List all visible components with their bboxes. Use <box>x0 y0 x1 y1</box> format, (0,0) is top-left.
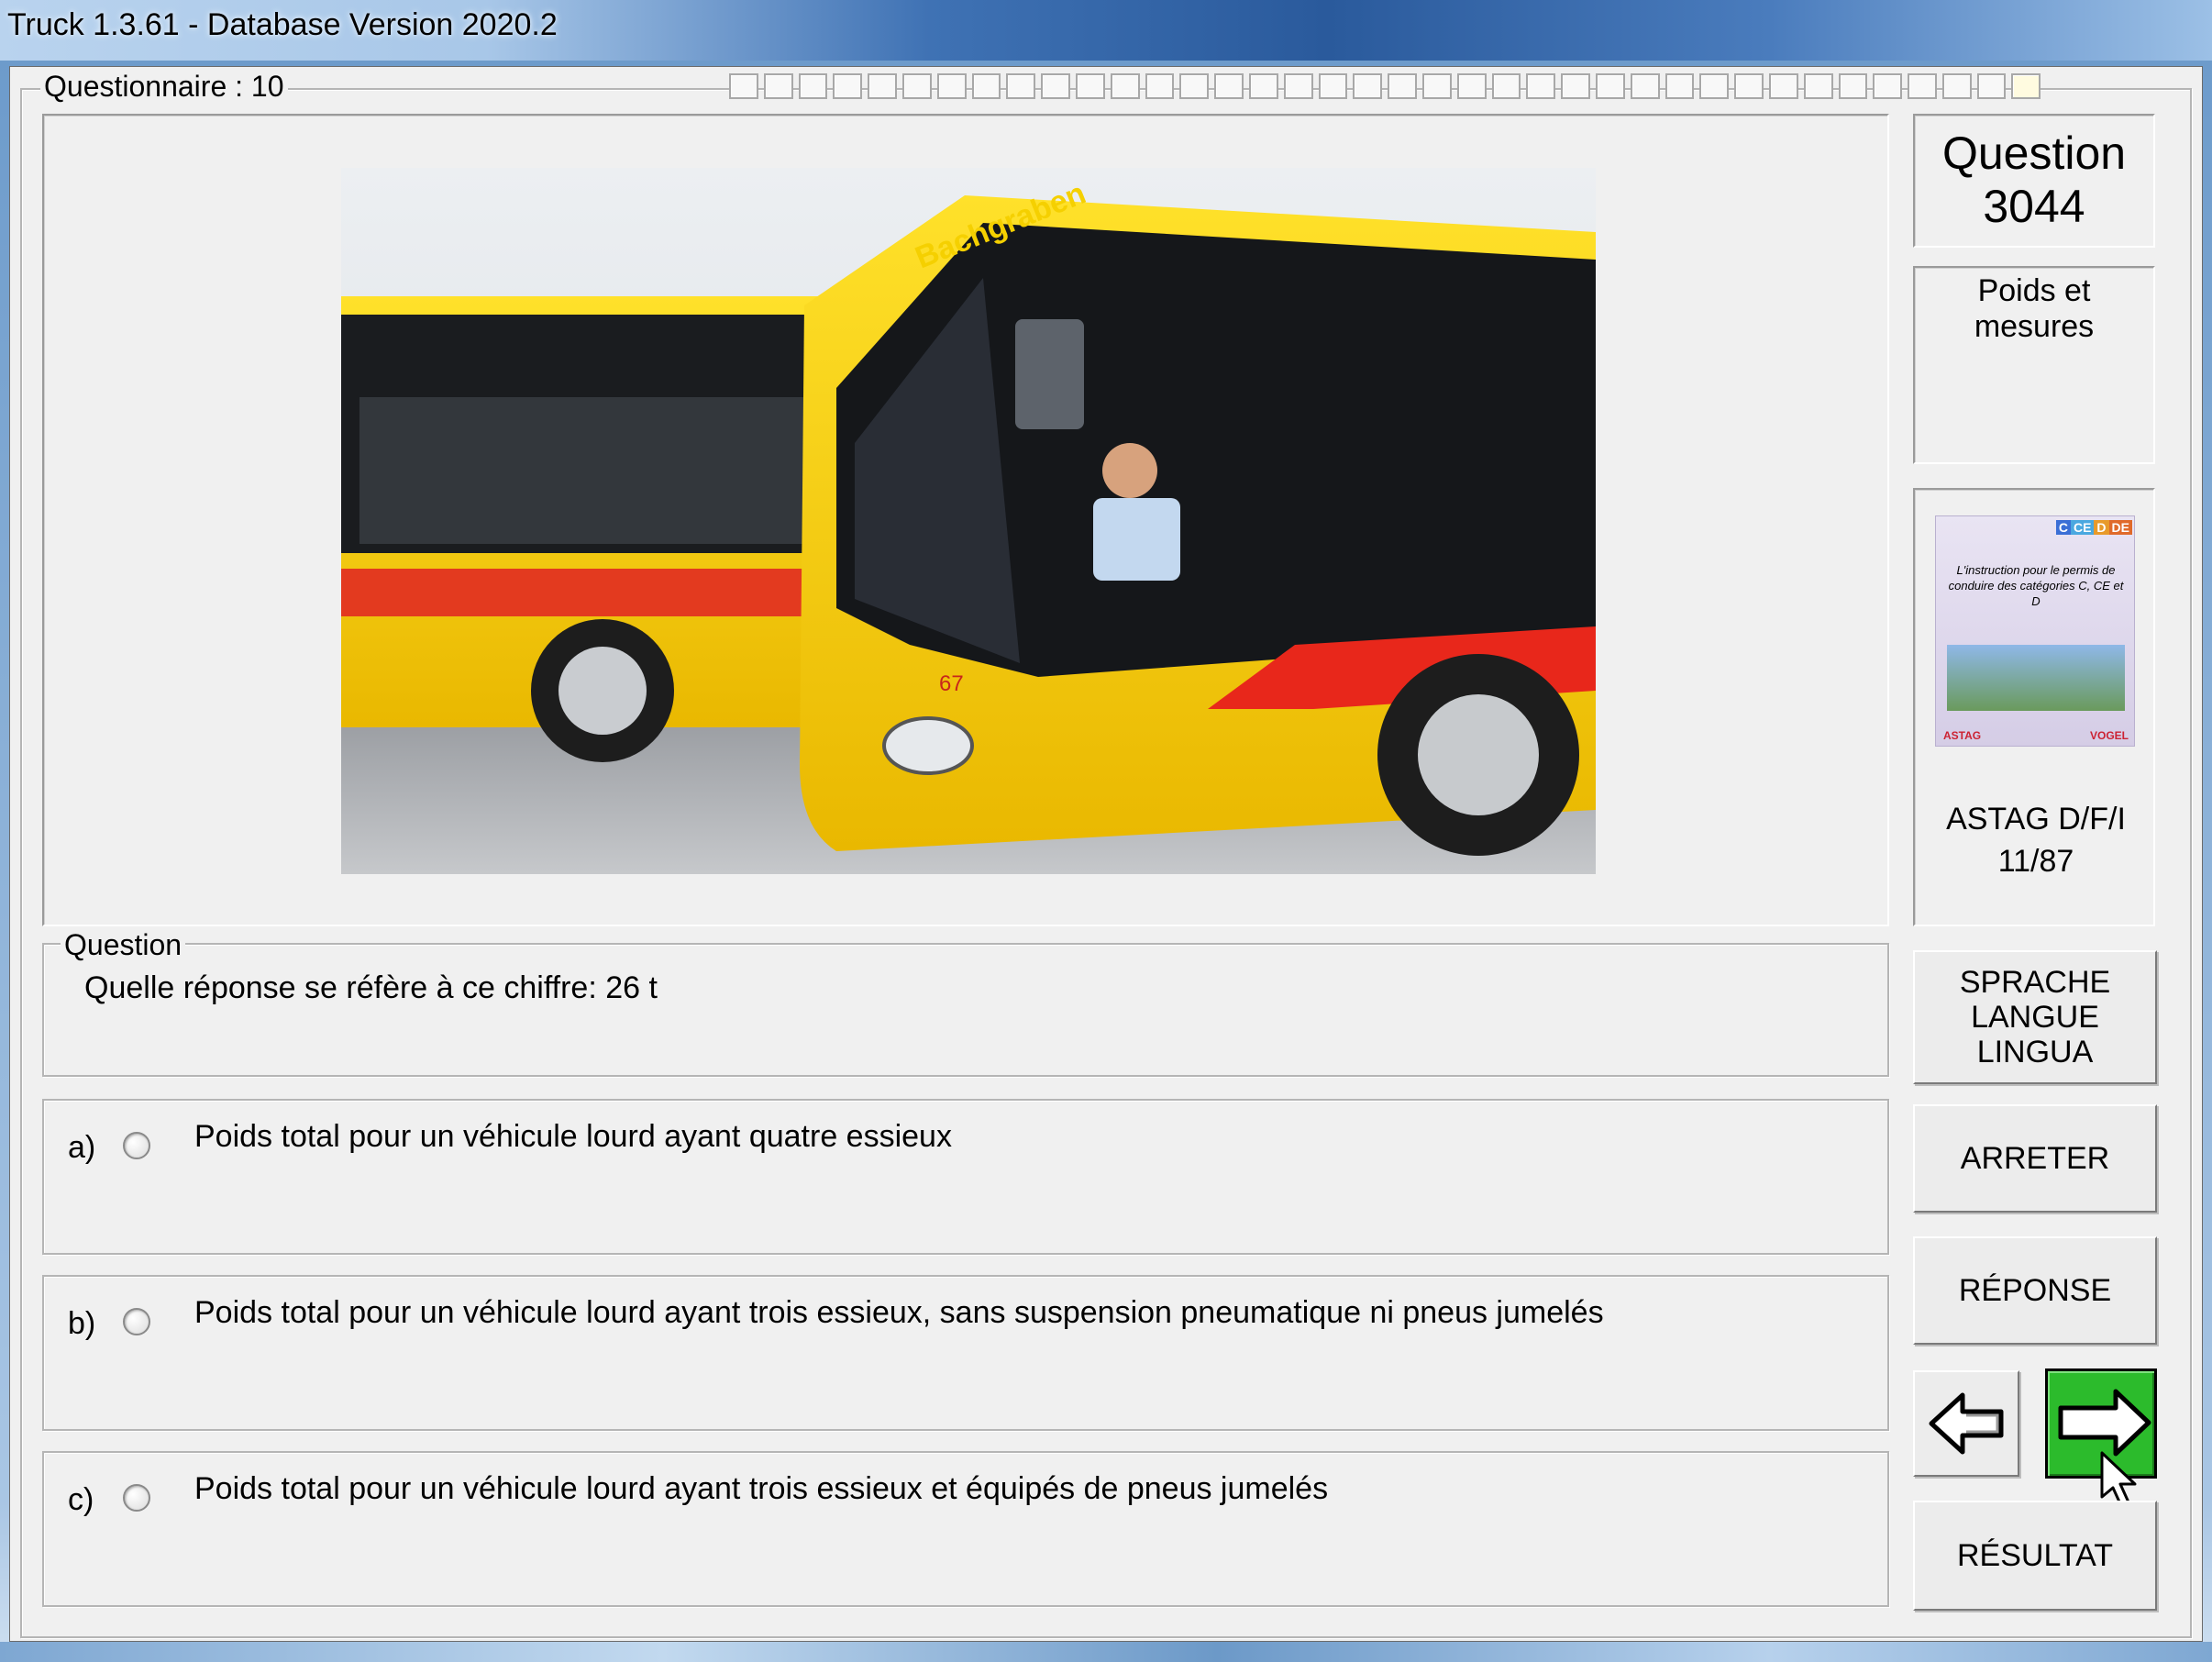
question-legend: Question <box>61 928 186 961</box>
progress-tick <box>1248 73 1278 99</box>
answer-b-text[interactable]: Poids total pour un véhicule lourd ayant… <box>194 1295 1604 1331</box>
progress-tick <box>868 73 897 99</box>
progress-tick <box>1283 73 1313 99</box>
answer-b-letter: b) <box>68 1306 96 1341</box>
progress-tick <box>936 73 967 99</box>
progress-tick <box>1388 73 1417 99</box>
question-group <box>42 943 1889 1077</box>
source-caption: ASTAG D/F/I 11/87 <box>1915 798 2157 882</box>
question-number-label: Question <box>1941 127 2127 179</box>
answer-a-letter: a) <box>68 1130 96 1165</box>
book-category-tags: C CE D DE <box>2055 520 2132 535</box>
progress-tick <box>1006 73 1036 99</box>
book-cover-photo <box>1947 645 2125 711</box>
progress-tick <box>833 73 863 99</box>
progress-tick <box>971 73 1001 99</box>
question-number: 3044 <box>1983 181 2085 232</box>
progress-tick <box>1421 73 1452 99</box>
progress-tick <box>1353 73 1383 99</box>
answer-a-text[interactable]: Poids total pour un véhicule lourd ayant… <box>194 1119 952 1155</box>
progress-tick <box>1595 73 1625 99</box>
progress-tick <box>1041 73 1070 99</box>
window-bottom-border <box>0 1642 2212 1662</box>
questionnaire-progress <box>729 73 2041 99</box>
progress-tick <box>1699 73 1730 99</box>
route-number: 67 <box>939 671 964 696</box>
progress-tick <box>1179 73 1210 99</box>
progress-tick <box>1561 73 1590 99</box>
category-panel: Poids et mesures <box>1913 266 2155 464</box>
progress-tick <box>1665 73 1695 99</box>
progress-tick <box>798 73 828 99</box>
progress-tick <box>1075 73 1105 99</box>
book-tag: DE <box>2108 520 2132 535</box>
progress-tick <box>1145 73 1175 99</box>
result-button[interactable]: RÉSULTAT <box>1913 1501 2157 1611</box>
answer-c-radio[interactable] <box>123 1484 150 1512</box>
answer-button[interactable]: RÉPONSE <box>1913 1236 2157 1345</box>
progress-tick <box>1803 73 1833 99</box>
progress-tick <box>1734 73 1764 99</box>
progress-tick <box>1110 73 1140 99</box>
language-button[interactable]: SPRACHE LANGUE LINGUA <box>1913 950 2157 1084</box>
progress-tick <box>901 73 932 99</box>
progress-tick <box>763 73 793 99</box>
book-cover-text: L'instruction pour le permis de conduire… <box>1948 563 2124 608</box>
result-label: RÉSULTAT <box>1956 1538 2114 1573</box>
book-tag: CE <box>2070 520 2095 535</box>
progress-tick <box>2011 73 2041 99</box>
questionnaire-label: Questionnaire : 10 <box>40 70 288 103</box>
book-publisher-right: VOGEL <box>2089 729 2129 742</box>
progress-tick <box>1941 73 1972 99</box>
book-tag: D <box>2094 520 2109 535</box>
answer-c-letter: c) <box>68 1482 94 1517</box>
language-label-it: LINGUA <box>1976 1035 2094 1069</box>
progress-tick <box>1318 73 1348 99</box>
question-photo: Bachgraben 67 <box>341 168 1596 874</box>
progress-tick <box>729 73 758 99</box>
source-panel: C CE D DE L'instruction pour le permis de c… <box>1913 488 2155 926</box>
progress-tick <box>1976 73 2007 99</box>
arrow-left-icon <box>1929 1392 2004 1455</box>
progress-tick <box>1491 73 1521 99</box>
book-cover-image: C CE D DE L'instruction pour le permis de c… <box>1935 515 2135 747</box>
language-label-de: SPRACHE <box>1959 965 2111 1000</box>
progress-tick <box>1768 73 1798 99</box>
progress-tick <box>1873 73 1903 99</box>
answer-c-text[interactable]: Poids total pour un véhicule lourd ayant… <box>194 1471 1328 1507</box>
category-label: Poids et mesures <box>1974 273 2095 344</box>
bus-photo: Bachgraben 67 <box>341 168 1596 874</box>
progress-tick <box>1838 73 1868 99</box>
progress-tick <box>1630 73 1660 99</box>
answer-a-radio[interactable] <box>123 1132 150 1159</box>
language-label-fr: LANGUE <box>1971 1000 2099 1035</box>
answer-label: RÉPONSE <box>1958 1273 2112 1308</box>
book-publishers: ASTAG VOGEL <box>1943 729 2129 742</box>
source-page: 11/87 <box>1997 844 2074 879</box>
source-name: ASTAG D/F/I <box>1946 802 2126 837</box>
answer-b-radio[interactable] <box>123 1308 150 1335</box>
progress-tick <box>1526 73 1556 99</box>
question-text: Quelle réponse se réfère à ce chiffre: 2… <box>84 970 658 1005</box>
stop-button[interactable]: ARRETER <box>1913 1104 2157 1213</box>
previous-button[interactable] <box>1913 1370 2019 1477</box>
progress-tick <box>1456 73 1487 99</box>
book-publisher-left: ASTAG <box>1943 729 1982 742</box>
progress-tick <box>1908 73 1937 99</box>
title-bar: Truck 1.3.61 - Database Version 2020.2 <box>0 0 2212 61</box>
progress-tick <box>1214 73 1244 99</box>
window-title: Truck 1.3.61 - Database Version 2020.2 <box>7 7 558 42</box>
book-tag: C <box>2055 520 2071 535</box>
stop-label: ARRETER <box>1960 1141 2110 1176</box>
question-number-panel: Question 3044 <box>1913 114 2155 248</box>
